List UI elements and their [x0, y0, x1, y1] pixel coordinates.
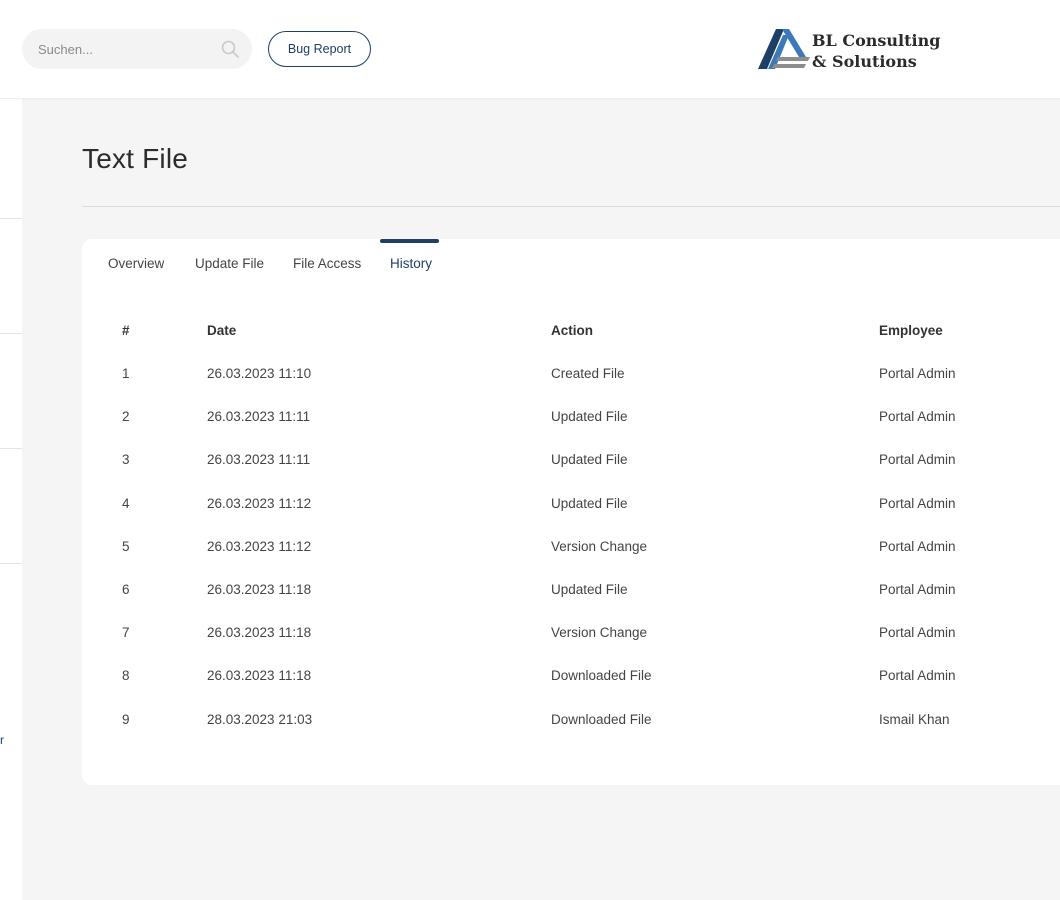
row-employee: Portal Admin — [879, 538, 956, 554]
row-action: Updated File — [551, 582, 628, 598]
row-number: 3 — [122, 452, 130, 468]
row-action: Version Change — [551, 625, 648, 641]
table-row: 1 26.03.2023 11:10 Created File Portal A… — [108, 352, 1060, 395]
row-employee: Portal Admin — [879, 625, 956, 641]
row-number: 7 — [122, 625, 130, 641]
row-date: 28.03.2023 21:03 — [207, 711, 313, 727]
active-tab-indicator — [380, 239, 439, 243]
tab-bar: Overview Update File File Access History — [82, 239, 1060, 289]
sidebar-divider — [0, 333, 22, 334]
row-number: 9 — [122, 711, 130, 727]
row-employee: Portal Admin — [879, 409, 956, 425]
sidebar: r — [0, 99, 22, 900]
tab-overview[interactable]: Overview — [108, 256, 164, 271]
row-action: Version Change — [551, 538, 648, 554]
column-header-date[interactable]: Date — [207, 309, 551, 352]
table-header-row: # Date Action Employee — [108, 309, 1060, 352]
logo-mark-icon — [758, 29, 810, 69]
row-employee: Portal Admin — [879, 495, 956, 511]
row-date: 26.03.2023 11:18 — [207, 625, 312, 641]
tab-update-file[interactable]: Update File — [195, 256, 264, 271]
search-box[interactable] — [22, 29, 252, 69]
page-title: Text File — [82, 143, 189, 174]
row-action: Updated File — [551, 452, 628, 468]
row-date: 26.03.2023 11:12 — [207, 495, 312, 511]
table-row: 2 26.03.2023 11:11 Updated File Portal A… — [108, 395, 1060, 438]
sidebar-item-label-fragment[interactable]: r — [0, 733, 4, 747]
sidebar-divider — [0, 218, 22, 219]
row-date: 26.03.2023 11:12 — [207, 538, 312, 554]
table-row: 7 26.03.2023 11:18 Version Change Portal… — [108, 611, 1060, 654]
tab-history[interactable]: History — [390, 256, 432, 271]
search-input[interactable] — [38, 29, 218, 69]
table-row: 5 26.03.2023 11:12 Version Change Portal… — [108, 525, 1060, 568]
row-employee: Ismail Khan — [879, 711, 950, 727]
column-header-employee[interactable]: Employee — [879, 309, 1060, 352]
row-action: Updated File — [551, 409, 628, 425]
title-divider — [82, 206, 1060, 207]
column-header-action[interactable]: Action — [551, 309, 879, 352]
search-icon[interactable] — [220, 39, 240, 59]
row-number: 8 — [122, 668, 130, 684]
logo-text: BL Consulting & Solutions — [812, 30, 940, 72]
tab-file-access[interactable]: File Access — [293, 256, 361, 271]
row-action: Downloaded File — [551, 668, 652, 684]
row-number: 4 — [122, 495, 130, 511]
company-logo[interactable]: BL Consulting & Solutions — [756, 27, 946, 73]
history-card: Overview Update File File Access History… — [82, 239, 1060, 785]
history-table: # Date Action Employee 1 26.03.2023 11:1… — [108, 309, 1060, 741]
logo-line-1: BL Consulting — [812, 31, 941, 50]
row-date: 26.03.2023 11:11 — [207, 409, 311, 425]
row-number: 1 — [122, 366, 130, 382]
table-row: 9 28.03.2023 21:03 Downloaded File Ismai… — [108, 698, 1060, 741]
logo-line-2: & Solutions — [812, 52, 917, 71]
row-date: 26.03.2023 11:18 — [207, 668, 312, 684]
row-action: Downloaded File — [551, 711, 652, 727]
row-employee: Portal Admin — [879, 582, 956, 598]
table-row: 3 26.03.2023 11:11 Updated File Portal A… — [108, 438, 1060, 481]
bug-report-button[interactable]: Bug Report — [268, 31, 371, 67]
table-row: 4 26.03.2023 11:12 Updated File Portal A… — [108, 482, 1060, 525]
sidebar-divider — [0, 563, 22, 564]
row-action: Created File — [551, 366, 625, 382]
table-row: 6 26.03.2023 11:18 Updated File Portal A… — [108, 568, 1060, 611]
top-header: Bug Report BL Consulting & Solutions — [0, 0, 1060, 98]
row-number: 6 — [122, 582, 130, 598]
row-date: 26.03.2023 11:11 — [207, 452, 311, 468]
row-date: 26.03.2023 11:18 — [207, 582, 312, 598]
row-number: 2 — [122, 409, 130, 425]
row-employee: Portal Admin — [879, 366, 956, 382]
row-employee: Portal Admin — [879, 668, 956, 684]
row-date: 26.03.2023 11:10 — [207, 366, 312, 382]
column-header-number[interactable]: # — [108, 309, 207, 352]
sidebar-divider — [0, 448, 22, 449]
row-number: 5 — [122, 538, 130, 554]
row-employee: Portal Admin — [879, 452, 956, 468]
table-row: 8 26.03.2023 11:18 Downloaded File Porta… — [108, 654, 1060, 697]
row-action: Updated File — [551, 495, 628, 511]
